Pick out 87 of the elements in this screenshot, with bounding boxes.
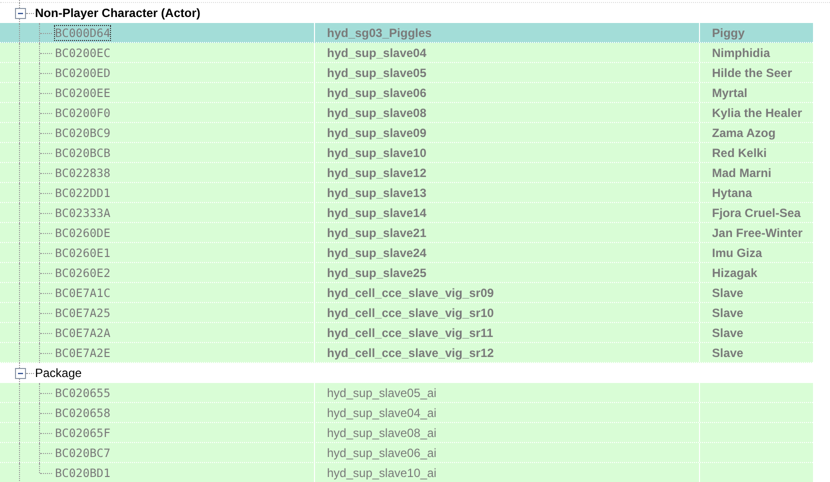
record-row[interactable]: BC020655 hyd_sup_slave05_ai xyxy=(0,383,813,403)
form-id: BC020658 xyxy=(55,406,110,420)
record-name: Fjora Cruel-Sea xyxy=(712,206,801,220)
form-id: BC0260E1 xyxy=(55,246,110,260)
editor-id: hyd_sup_slave06 xyxy=(327,86,426,100)
record-row[interactable]: BC020BC9 hyd_sup_slave09 Zama Azog xyxy=(0,123,813,143)
editor-id: hyd_sup_slave06_ai xyxy=(327,446,436,460)
editor-id: hyd_cell_cce_slave_vig_sr11 xyxy=(327,326,494,340)
form-id: BC000D64 xyxy=(55,26,110,40)
record-row[interactable]: BC0260E2 hyd_sup_slave25 Hizagak xyxy=(0,263,813,283)
record-row[interactable]: BC0200EC hyd_sup_slave04 Nimphidia xyxy=(0,43,813,63)
record-row[interactable]: BC02333A hyd_sup_slave14 Fjora Cruel-Sea xyxy=(0,203,813,223)
record-row[interactable]: BC0260E1 hyd_sup_slave24 Imu Giza xyxy=(0,243,813,263)
collapse-icon[interactable] xyxy=(15,368,26,379)
form-id: BC0200EC xyxy=(55,46,110,60)
form-id: BC02333A xyxy=(55,206,110,220)
record-row[interactable]: BC022DD1 hyd_sup_slave13 Hytana xyxy=(0,183,813,203)
editor-id: hyd_sup_slave12 xyxy=(327,166,426,180)
editor-id: hyd_sup_slave14 xyxy=(327,206,426,220)
record-row[interactable]: BC0E7A2A hyd_cell_cce_slave_vig_sr11 Slave xyxy=(0,323,813,343)
editor-id: hyd_sg03_Piggles xyxy=(327,26,432,40)
form-id: BC0E7A1C xyxy=(55,286,110,300)
record-name: Imu Giza xyxy=(712,246,762,260)
group-label[interactable]: Package xyxy=(35,366,82,380)
form-id: BC0E7A2A xyxy=(55,326,110,340)
record-name: Slave xyxy=(712,286,744,300)
editor-id: hyd_sup_slave10_ai xyxy=(327,466,436,480)
record-name: Slave xyxy=(712,306,744,320)
record-row[interactable]: BC0E7A1C hyd_cell_cce_slave_vig_sr09 Slave xyxy=(0,283,813,303)
record-row[interactable]: BC0260DE hyd_sup_slave21 Jan Free-Winter xyxy=(0,223,813,243)
editor-id: hyd_sup_slave08 xyxy=(327,106,426,120)
editor-id: hyd_sup_slave10 xyxy=(327,146,426,160)
record-row[interactable]: BC022838 hyd_sup_slave12 Mad Marni xyxy=(0,163,813,183)
record-name: Jan Free-Winter xyxy=(712,226,803,240)
form-id: BC0E7A25 xyxy=(55,306,110,320)
editor-id: hyd_sup_slave21 xyxy=(327,226,426,240)
form-id: BC020BCB xyxy=(55,146,110,160)
editor-id: hyd_sup_slave08_ai xyxy=(327,426,436,440)
form-id: BC0E7A2E xyxy=(55,346,110,360)
form-id: BC0260DE xyxy=(55,226,110,240)
record-name: Hytana xyxy=(712,186,752,200)
record-name: Slave xyxy=(712,326,744,340)
editor-id: hyd_cell_cce_slave_vig_sr09 xyxy=(327,286,494,300)
record-name: Hilde the Seer xyxy=(712,66,792,80)
form-id: BC02065F xyxy=(55,426,110,440)
record-name: Slave xyxy=(712,346,744,360)
collapse-icon[interactable] xyxy=(15,8,26,19)
record-row[interactable]: BC000D64 hyd_sg03_Piggles Piggy xyxy=(0,23,813,43)
editor-id: hyd_cell_cce_slave_vig_sr12 xyxy=(327,346,494,360)
editor-id: hyd_sup_slave24 xyxy=(327,246,426,260)
form-id: BC0200EE xyxy=(55,86,110,100)
editor-id: hyd_sup_slave25 xyxy=(327,266,426,280)
editor-id: hyd_sup_slave13 xyxy=(327,186,426,200)
record-row[interactable]: BC020BC7 hyd_sup_slave06_ai xyxy=(0,443,813,463)
record-row[interactable]: BC02065F hyd_sup_slave08_ai xyxy=(0,423,813,443)
record-row[interactable]: BC0E7A2E hyd_cell_cce_slave_vig_sr12 Slave xyxy=(0,343,813,363)
record-name: Red Kelki xyxy=(712,146,767,160)
form-id: BC0200ED xyxy=(55,66,110,80)
editor-id: hyd_sup_slave04 xyxy=(327,46,426,60)
record-row[interactable]: BC0200EE hyd_sup_slave06 Myrtal xyxy=(0,83,813,103)
editor-id: hyd_sup_slave09 xyxy=(327,126,426,140)
record-row[interactable]: BC0200F0 hyd_sup_slave08 Kylia the Healer xyxy=(0,103,813,123)
record-name: Hizagak xyxy=(712,266,758,280)
form-id: BC0260E2 xyxy=(55,266,110,280)
record-row[interactable]: BC0E7A25 hyd_cell_cce_slave_vig_sr10 Slave xyxy=(0,303,813,323)
record-name: Nimphidia xyxy=(712,46,770,60)
record-row[interactable]: BC020BD1 hyd_sup_slave10_ai xyxy=(0,463,813,482)
form-id: BC020655 xyxy=(55,386,110,400)
form-id: BC020BD1 xyxy=(55,466,110,480)
editor-id: hyd_cell_cce_slave_vig_sr10 xyxy=(327,306,494,320)
record-row[interactable]: BC020BCB hyd_sup_slave10 Red Kelki xyxy=(0,143,813,163)
record-name: Kylia the Healer xyxy=(712,106,802,120)
form-id: BC0200F0 xyxy=(55,106,110,120)
form-id: BC022DD1 xyxy=(55,186,110,200)
record-name: Myrtal xyxy=(712,86,748,100)
record-row[interactable]: BC0200ED hyd_sup_slave05 Hilde the Seer xyxy=(0,63,813,83)
editor-id: hyd_sup_slave05_ai xyxy=(327,386,436,400)
form-id: BC020BC9 xyxy=(55,126,110,140)
form-id: BC020BC7 xyxy=(55,446,110,460)
editor-id: hyd_sup_slave05 xyxy=(327,66,426,80)
editor-id: hyd_sup_slave04_ai xyxy=(327,406,436,420)
group-label[interactable]: Non-Player Character (Actor) xyxy=(35,6,200,20)
record-name: Mad Marni xyxy=(712,166,772,180)
record-name: Piggy xyxy=(712,26,745,40)
form-id: BC022838 xyxy=(55,166,110,180)
record-name: Zama Azog xyxy=(712,126,776,140)
record-row[interactable]: BC020658 hyd_sup_slave04_ai xyxy=(0,403,813,423)
